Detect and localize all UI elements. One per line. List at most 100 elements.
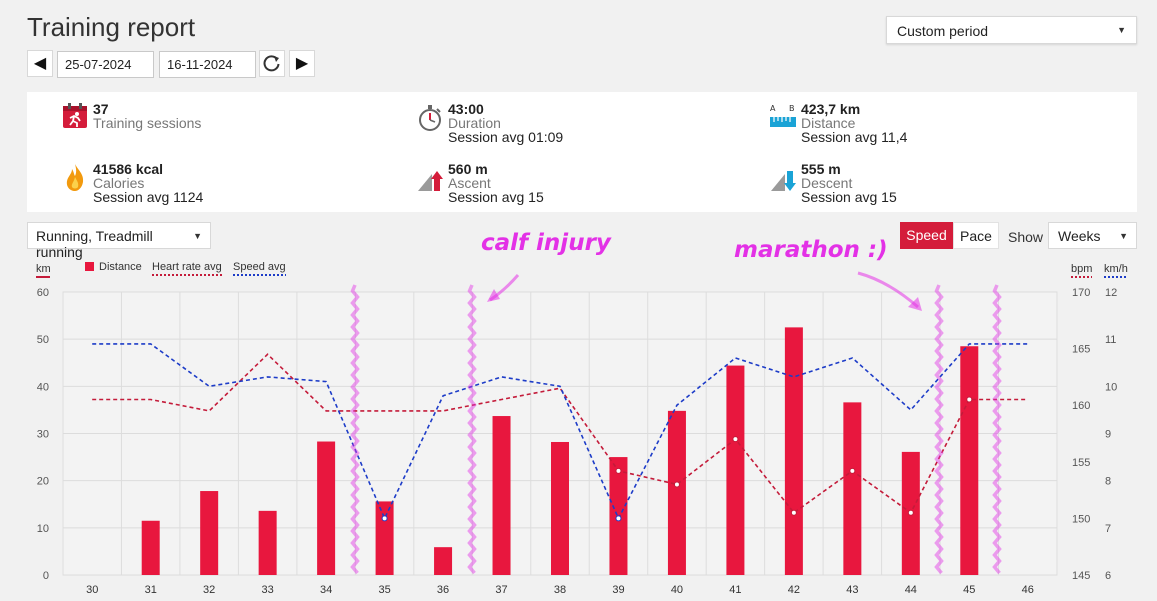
- speed-toggle-button[interactable]: Speed: [900, 222, 953, 249]
- heart-rate-point: [966, 396, 973, 403]
- y-left-tick-label: 60: [37, 287, 49, 299]
- stat-sessions: 37 Training sessions: [62, 101, 362, 151]
- annotation-calf-injury-label: calf injury: [481, 230, 612, 256]
- y-speed-tick-label: 6: [1105, 570, 1111, 582]
- stat-calories: 41586 kcal Calories Session avg 1124: [62, 161, 362, 211]
- y-left-tick-label: 40: [37, 381, 49, 393]
- distance-bar: [492, 416, 511, 575]
- stat-descent-avg: Session avg 15: [801, 189, 897, 205]
- y-bpm-tick-label: 160: [1072, 400, 1090, 412]
- chevron-down-icon: ▼: [1117, 25, 1126, 35]
- distance-bar: [726, 365, 745, 575]
- x-tick-label: 41: [729, 584, 741, 596]
- heart-rate-point: [790, 509, 797, 516]
- distance-bar: [667, 410, 686, 575]
- grouping-dropdown[interactable]: Weeks ▼: [1048, 222, 1137, 249]
- distance-bar: [960, 346, 979, 575]
- date-from-input[interactable]: 25-07-2024: [57, 51, 154, 78]
- y-speed-tick-label: 7: [1105, 523, 1111, 535]
- training-chart: 0 10 20 30 40 50 60 145 150 155 160 165 170 6 7 8 9 10 11 1…: [36, 261, 1128, 596]
- period-dropdown-value: Custom period: [897, 23, 989, 39]
- x-tick-label: 45: [963, 584, 975, 596]
- y-left-tick-label: 10: [37, 523, 49, 535]
- annotation-overlay: calf injury marathon :): [481, 230, 888, 263]
- stat-distance: A B 423,7 km Distance Session avg 11,4: [770, 101, 1070, 151]
- stat-calories-avg: Session avg 1124: [93, 189, 204, 205]
- y-bpm-tick-label: 155: [1072, 457, 1090, 469]
- y-left-tick-label: 0: [43, 570, 49, 582]
- stat-duration: 43:00 Duration Session avg 01:09: [417, 101, 717, 151]
- distance-bar: [317, 441, 336, 575]
- show-label: Show: [1008, 229, 1044, 245]
- x-tick-label: 44: [905, 584, 917, 596]
- speed-point: [381, 515, 388, 522]
- refresh-icon: [263, 55, 280, 72]
- legend-heart-rate-label: Heart rate avg: [152, 261, 222, 273]
- x-tick-label: 43: [846, 584, 858, 596]
- stat-duration-avg: Session avg 01:09: [448, 129, 564, 145]
- y-speed-tick-label: 9: [1105, 429, 1111, 441]
- ruler-distance-icon: A B: [770, 104, 796, 127]
- x-tick-label: 39: [612, 584, 624, 596]
- stat-descent: 555 m Descent Session avg 15: [770, 161, 1070, 211]
- y-left-tick-label: 50: [37, 334, 49, 346]
- speed-point: [615, 515, 622, 522]
- y-left-unit: km: [36, 263, 51, 275]
- heart-rate-point: [615, 467, 622, 474]
- flame-icon: [66, 164, 84, 191]
- grouping-dropdown-value: Weeks: [1058, 228, 1101, 244]
- next-period-button[interactable]: ▶: [289, 50, 315, 77]
- y-speed-tick-label: 10: [1105, 381, 1117, 393]
- x-tick-label: 40: [671, 584, 683, 596]
- chevron-down-icon: ▼: [193, 231, 202, 241]
- refresh-button[interactable]: [259, 50, 285, 77]
- x-tick-label: 35: [378, 584, 390, 596]
- summary-panel: 37 Training sessions 43:00 Duration Sess…: [27, 92, 1137, 212]
- x-tick-label: 38: [554, 584, 566, 596]
- legend-distance-label: Distance: [99, 261, 142, 273]
- y-speed-unit: km/h: [1104, 263, 1128, 275]
- x-tick-label: 46: [1022, 584, 1034, 596]
- distance-bar: [200, 491, 219, 575]
- stat-sessions-label: Training sessions: [93, 115, 202, 131]
- y-speed-tick-label: 12: [1105, 287, 1117, 299]
- distance-bar: [258, 510, 277, 575]
- y-speed-tick-label: 8: [1105, 476, 1111, 488]
- svg-text:A: A: [770, 104, 776, 113]
- stat-ascent: 560 m Ascent Session avg 15: [417, 161, 717, 211]
- y-bpm-tick-label: 150: [1072, 513, 1090, 525]
- sport-dropdown[interactable]: Running, Treadmill running ▼: [27, 222, 211, 260]
- period-dropdown[interactable]: Custom period ▼: [886, 16, 1137, 44]
- y-speed-tick-label: 11: [1105, 334, 1116, 346]
- y-bpm-tick-label: 145: [1072, 570, 1090, 582]
- page-title: Training report: [27, 12, 196, 42]
- distance-bar: [141, 520, 160, 575]
- distance-bar: [784, 327, 803, 575]
- heart-rate-point: [732, 436, 739, 443]
- y-left-tick-label: 20: [37, 476, 49, 488]
- legend-distance-swatch: [85, 262, 94, 271]
- x-tick-label: 33: [262, 584, 274, 596]
- heart-rate-point: [849, 467, 856, 474]
- svg-text:B: B: [789, 104, 795, 113]
- x-tick-label: 32: [203, 584, 215, 596]
- stopwatch-icon: [419, 105, 441, 131]
- distance-bar: [434, 547, 453, 575]
- annotation-marathon-label: marathon :): [734, 237, 888, 263]
- y-bpm-tick-label: 165: [1072, 344, 1090, 356]
- distance-bar: [551, 441, 569, 575]
- x-tick-label: 36: [437, 584, 449, 596]
- legend-speed-label: Speed avg: [233, 261, 286, 273]
- y-bpm-tick-label: 170: [1072, 287, 1090, 299]
- y-left-tick-label: 30: [37, 429, 49, 441]
- ascent-icon: [418, 171, 443, 191]
- y-bpm-unit: bpm: [1071, 263, 1092, 275]
- x-tick-label: 30: [86, 584, 98, 596]
- distance-bar: [843, 402, 862, 575]
- stat-ascent-avg: Session avg 15: [448, 189, 544, 205]
- prev-period-button[interactable]: ◀: [27, 50, 53, 77]
- pace-toggle-button[interactable]: Pace: [953, 222, 999, 249]
- date-to-input[interactable]: 16-11-2024: [159, 51, 256, 78]
- descent-icon: [771, 171, 796, 191]
- x-tick-label: 37: [495, 584, 507, 596]
